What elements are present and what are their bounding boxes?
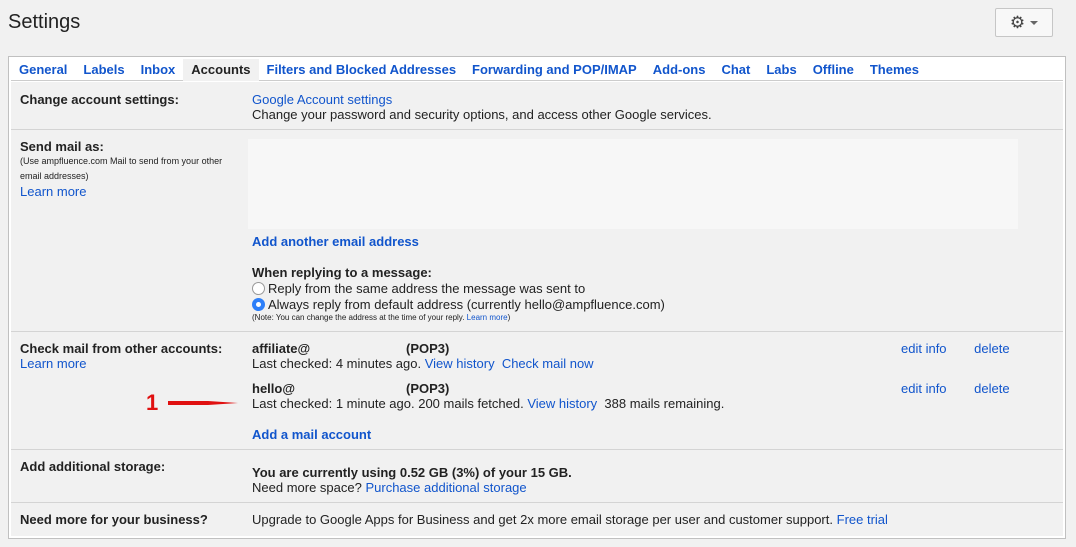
tab-offline[interactable]: Offline	[805, 59, 862, 81]
tab-labs[interactable]: Labs	[758, 59, 804, 81]
mail-account-status: Last checked: 1 minute ago. 200 mails fe…	[252, 396, 524, 411]
page-title: Settings	[8, 11, 81, 33]
reply-note-end: )	[507, 313, 511, 322]
tab-addons[interactable]: Add-ons	[645, 59, 714, 81]
annotation-arrow-icon	[168, 401, 238, 405]
edit-info-link[interactable]: edit info	[901, 341, 947, 356]
view-history-link[interactable]: View history	[425, 356, 495, 371]
divider	[11, 449, 1063, 450]
reply-heading: When replying to a message:	[252, 265, 432, 280]
mail-account-row: hello@ (POP3) Last checked: 1 minute ago.…	[252, 381, 852, 411]
divider	[11, 502, 1063, 503]
mails-remaining: 388 mails remaining.	[604, 396, 725, 411]
check-mail-label: Check mail from other accounts:	[20, 341, 223, 356]
change-account-desc: Change your password and security option…	[252, 107, 712, 122]
reply-option-1-label: Reply from the same address the message …	[268, 281, 586, 296]
purchase-storage-link[interactable]: Purchase additional storage	[365, 480, 526, 495]
view-history-link[interactable]: View history	[527, 396, 597, 411]
send-mail-address-list	[248, 139, 1018, 229]
tab-filters[interactable]: Filters and Blocked Addresses	[259, 59, 465, 81]
delete-link[interactable]: delete	[974, 341, 1009, 356]
reply-default-address-radio[interactable]	[252, 298, 265, 311]
storage-need-more: Need more space?	[252, 480, 362, 495]
tab-inbox[interactable]: Inbox	[133, 59, 184, 81]
check-mail-section: Check mail from other accounts: Learn mo…	[20, 341, 222, 371]
reply-option-2-label: Always reply from default address (curre…	[268, 297, 665, 312]
check-mail-now-link[interactable]: Check mail now	[502, 356, 594, 371]
settings-panel: General Labels Inbox Accounts Filters an…	[8, 56, 1066, 539]
google-account-settings-link[interactable]: Google Account settings	[252, 92, 712, 107]
check-mail-learn-more-link[interactable]: Learn more	[20, 356, 222, 371]
send-mail-section: Send mail as: (Use ampfluence.com Mail t…	[20, 139, 240, 199]
delete-link[interactable]: delete	[974, 381, 1009, 396]
edit-info-link[interactable]: edit info	[901, 381, 947, 396]
storage-label: Add additional storage:	[20, 459, 166, 474]
add-email-address-link[interactable]: Add another email address	[252, 234, 419, 249]
tab-general[interactable]: General	[11, 59, 75, 81]
reply-same-address-radio[interactable]	[252, 282, 265, 295]
settings-tabs: General Labels Inbox Accounts Filters an…	[11, 59, 1063, 81]
tab-chat[interactable]: Chat	[713, 59, 758, 81]
chevron-down-icon	[1030, 20, 1039, 25]
gear-icon: ⚙	[1009, 13, 1026, 32]
reply-note: (Note: You can change the address at the…	[252, 313, 465, 322]
annotation-number: 1	[146, 390, 159, 415]
send-mail-note: (Use ampfluence.com Mail to send from yo…	[20, 156, 223, 181]
change-account-label: Change account settings:	[20, 92, 179, 107]
mail-account-name: hello@	[252, 381, 296, 396]
business-label: Need more for your business?	[20, 512, 208, 527]
free-trial-link[interactable]: Free trial	[837, 512, 888, 527]
mail-account-status: Last checked: 4 minutes ago.	[252, 356, 422, 371]
divider	[11, 129, 1063, 130]
divider	[11, 331, 1063, 332]
tab-labels[interactable]: Labels	[75, 59, 132, 81]
business-desc: Upgrade to Google Apps for Business and …	[252, 512, 833, 527]
send-mail-label: Send mail as:	[20, 139, 104, 154]
tab-themes[interactable]: Themes	[862, 59, 927, 81]
settings-gear-button[interactable]: ⚙	[995, 8, 1053, 37]
mail-account-type: (POP3)	[406, 381, 450, 396]
accounts-content: Change account settings: Google Account …	[11, 82, 1063, 536]
add-mail-account-link[interactable]: Add a mail account	[252, 427, 371, 442]
mail-account-name: affiliate@	[252, 341, 311, 356]
send-mail-learn-more-link[interactable]: Learn more	[20, 184, 240, 199]
tab-forwarding[interactable]: Forwarding and POP/IMAP	[464, 59, 645, 81]
mail-account-type: (POP3)	[406, 341, 450, 356]
mail-account-row: affiliate@ (POP3) Last checked: 4 minutes…	[252, 341, 852, 371]
storage-usage: You are currently using 0.52 GB (3%) of …	[252, 465, 572, 480]
tab-accounts[interactable]: Accounts	[183, 59, 259, 81]
reply-note-learn-more-link[interactable]: Learn more	[467, 313, 508, 322]
